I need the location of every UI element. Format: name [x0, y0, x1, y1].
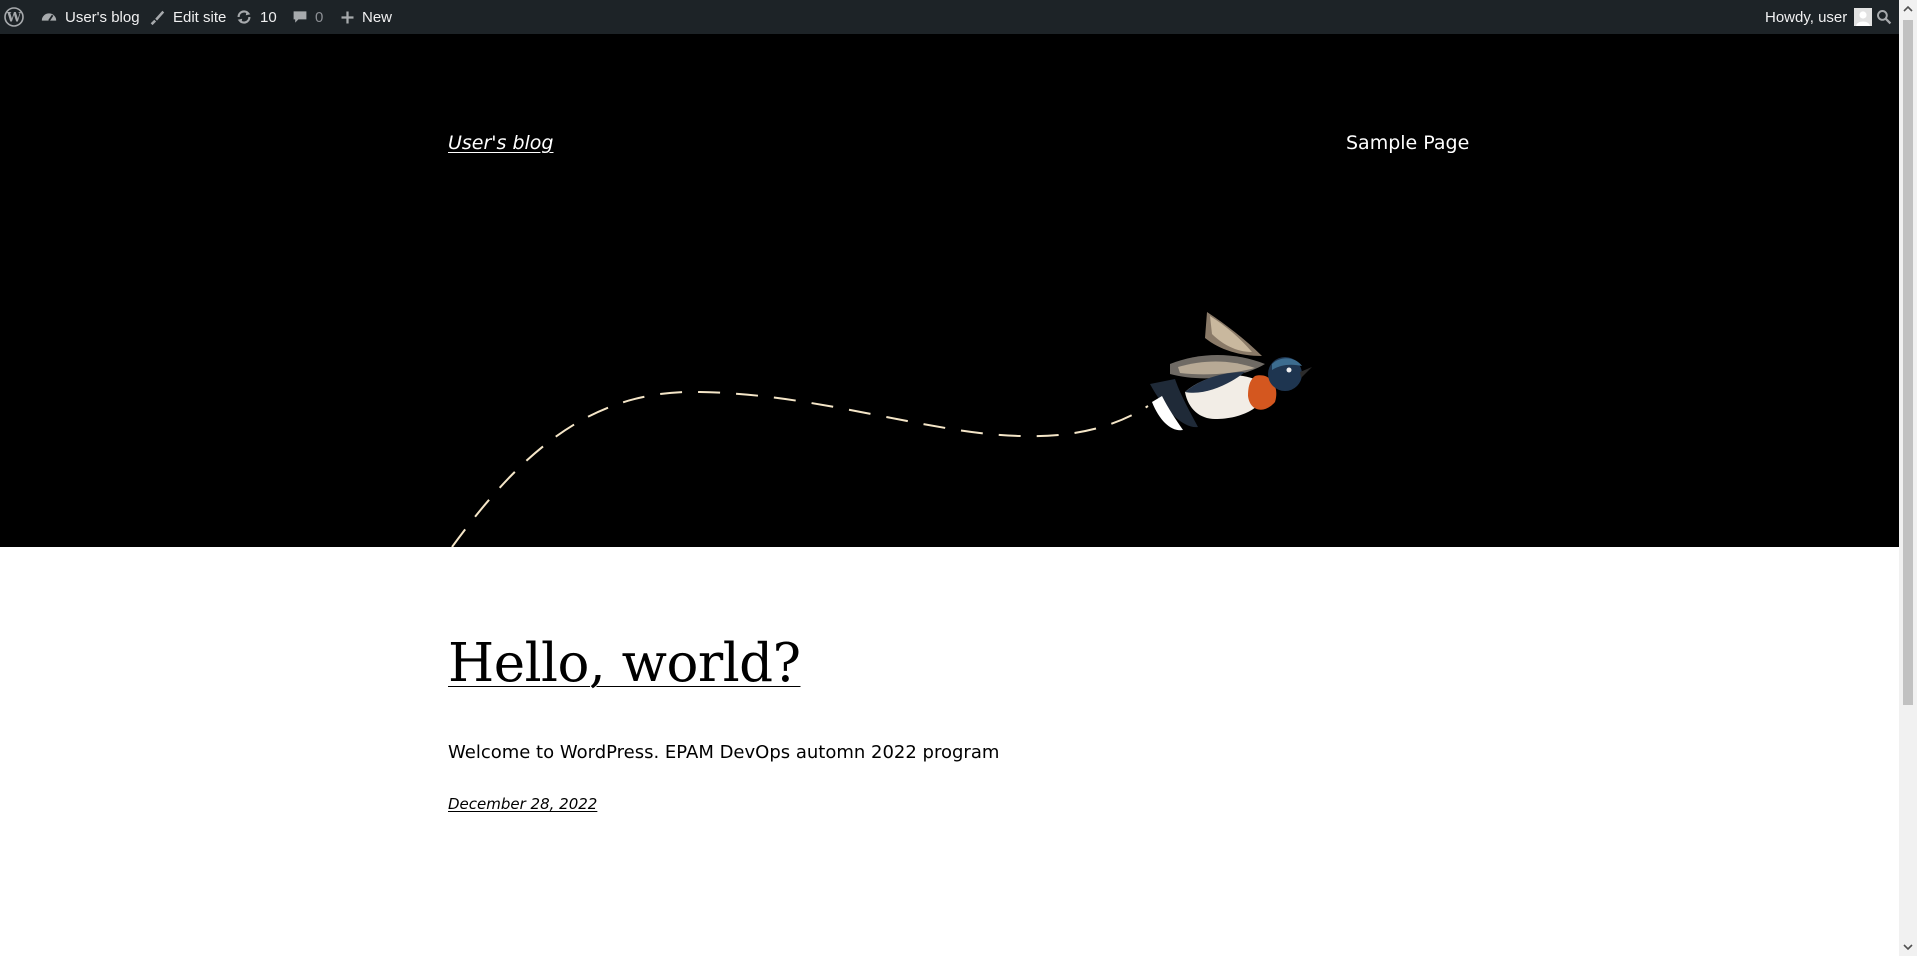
plus-icon	[341, 11, 354, 23]
site-name-label: User's blog	[65, 8, 140, 26]
post-title-link[interactable]: Hello, world?	[448, 633, 801, 694]
admin-bar: W User's blog Edit site 10 0 New Howdy, …	[0, 0, 1917, 34]
chevron-down-icon	[1903, 944, 1913, 951]
scrollbar-thumb[interactable]	[1903, 20, 1913, 705]
scroll-up-arrow[interactable]	[1899, 0, 1917, 18]
nav-item-sample-page[interactable]: Sample Page	[1346, 132, 1469, 154]
site-name-menu[interactable]: User's blog	[40, 0, 140, 34]
post-excerpt: Welcome to WordPress. EPAM DevOps automn…	[448, 742, 1000, 763]
site-header: User's blog Sample Page	[0, 34, 1899, 547]
brush-icon	[150, 10, 165, 26]
vertical-scrollbar[interactable]	[1899, 0, 1917, 956]
chevron-up-icon	[1903, 5, 1913, 12]
my-account-menu[interactable]: Howdy, user	[1765, 0, 1873, 34]
edit-site-label: Edit site	[173, 8, 227, 26]
new-content-button[interactable]: New	[340, 0, 392, 34]
updates-button[interactable]: 10	[235, 0, 277, 34]
edit-site-button[interactable]: Edit site	[148, 0, 226, 34]
wordpress-logo-icon: W	[4, 7, 24, 27]
svg-text:W: W	[6, 11, 22, 26]
scroll-down-arrow[interactable]	[1899, 938, 1917, 956]
site-title-link[interactable]: User's blog	[448, 132, 554, 154]
header-illustration	[451, 312, 1312, 547]
new-label: New	[362, 8, 393, 26]
wordpress-logo-button[interactable]: W	[4, 0, 24, 34]
post-date-link[interactable]: December 28, 2022	[448, 795, 597, 813]
admin-search-button[interactable]	[1876, 0, 1892, 34]
updates-icon	[237, 10, 251, 24]
avatar	[1854, 8, 1873, 26]
comment-icon	[293, 11, 307, 23]
updates-count: 10	[260, 8, 277, 26]
search-icon	[1877, 10, 1892, 25]
bird-illustration	[1150, 312, 1312, 431]
flight-path-dashes	[451, 390, 1149, 547]
comments-button[interactable]: 0	[292, 0, 323, 34]
dashboard-icon	[41, 13, 57, 22]
comments-count: 0	[315, 8, 324, 26]
howdy-label: Howdy, user	[1765, 8, 1848, 26]
